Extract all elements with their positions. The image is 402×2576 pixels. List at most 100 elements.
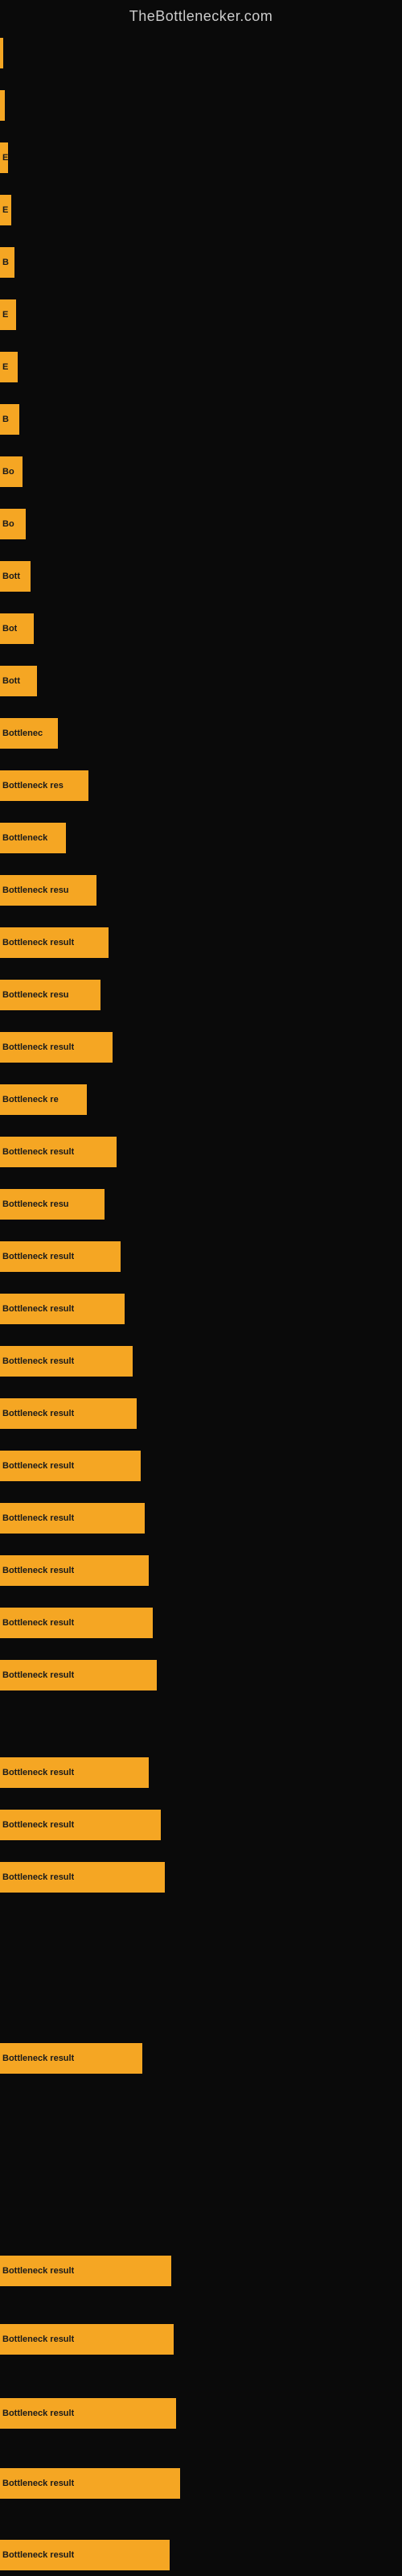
bar: Bottleneck result <box>0 1660 157 1690</box>
bar: E <box>0 352 18 382</box>
bar-label: Bottleneck <box>2 833 47 843</box>
bar-label: Bottleneck result <box>2 2550 74 2560</box>
bar-row: Bottleneck result <box>0 2463 402 2504</box>
bar-label: B <box>2 415 9 424</box>
bar-row: Bottleneck result <box>0 1236 402 1277</box>
bar-row: Bo <box>0 504 402 544</box>
bar-label: Bottleneck result <box>2 2054 74 2063</box>
bar: Bott <box>0 666 37 696</box>
bar: Bottlenec <box>0 718 58 749</box>
bar-row: Bottleneck result <box>0 1752 402 1793</box>
bar-row: Bottlenec <box>0 713 402 753</box>
bar-label: B <box>2 258 9 267</box>
bar: Bottleneck resu <box>0 875 96 906</box>
bar: Bottleneck re <box>0 1084 87 1115</box>
bar: Bottleneck resu <box>0 980 100 1010</box>
bar-label: Bottleneck result <box>2 1409 74 1418</box>
bar-label: Bottleneck result <box>2 2479 74 2488</box>
bar: Bottleneck resu <box>0 1189 105 1220</box>
bar: E <box>0 299 16 330</box>
bar-label: E <box>2 153 8 163</box>
bar-label: Bottleneck result <box>2 1147 74 1157</box>
bar: Bottleneck result <box>0 1810 161 1840</box>
bar: Bottleneck result <box>0 2468 180 2499</box>
bar: E <box>0 195 11 225</box>
bar-label: Bottleneck result <box>2 1820 74 1830</box>
bar-row: Bottleneck result <box>0 1027 402 1067</box>
page-title: TheBottlenecker.com <box>0 0 402 29</box>
bar-row: Bottleneck result <box>0 2535 402 2575</box>
bar-row: Bottleneck result <box>0 2319 402 2359</box>
bar-label: Bottleneck result <box>2 2266 74 2276</box>
bar-label: Bottleneck result <box>2 1872 74 1882</box>
bar-label: Bottleneck result <box>2 1356 74 1366</box>
bar-row: Bottleneck result <box>0 1550 402 1591</box>
bar: B <box>0 404 19 435</box>
bar-label: Bott <box>2 572 20 581</box>
bar-label: Bo <box>2 519 14 529</box>
bar-row: Bottleneck <box>0 818 402 858</box>
bar-label: Bott <box>2 676 20 686</box>
bar-row: Bo <box>0 452 402 492</box>
bar-row: E <box>0 295 402 335</box>
bar-label: E <box>2 362 8 372</box>
bar-label: Bottleneck result <box>2 2409 74 2418</box>
bar: Bottleneck result <box>0 1757 149 1788</box>
bar-row: Bottleneck result <box>0 1857 402 1897</box>
bar-row: Bott <box>0 661 402 701</box>
bar-row: B <box>0 399 402 440</box>
bar: Bo <box>0 509 26 539</box>
bar-row: Bottleneck resu <box>0 870 402 910</box>
bar-label: Bottleneck result <box>2 938 74 947</box>
bar: Bottleneck result <box>0 1608 153 1638</box>
bar-label: Bottleneck res <box>2 781 64 791</box>
bar: E <box>0 142 8 173</box>
bar: Bottleneck result <box>0 2398 176 2429</box>
bar-row: E <box>0 138 402 178</box>
bar: Bottleneck result <box>0 2540 170 2570</box>
bar-label: Bottleneck result <box>2 1566 74 1575</box>
bar: Bottleneck result <box>0 2256 171 2286</box>
bar-row: Bottleneck result <box>0 1446 402 1486</box>
bar-row: Bottleneck result <box>0 1393 402 1434</box>
bar-row: Bottleneck re <box>0 1080 402 1120</box>
bar-row: Bottleneck result <box>0 923 402 963</box>
bar-label: E <box>2 310 8 320</box>
bar-row: E <box>0 190 402 230</box>
bar-label: Bo <box>2 467 14 477</box>
bar-row: Bottleneck result <box>0 1132 402 1172</box>
bar: Bottleneck result <box>0 927 109 958</box>
bar-row: Bot <box>0 609 402 649</box>
bar-row <box>0 85 402 126</box>
bar-row: Bottleneck result <box>0 1341 402 1381</box>
bar: Bottleneck result <box>0 1032 113 1063</box>
bar: Bottleneck res <box>0 770 88 801</box>
bar: Bottleneck result <box>0 1503 145 1534</box>
bar-label: Bottleneck result <box>2 1618 74 1628</box>
bar: Bottleneck result <box>0 1555 149 1586</box>
bar-row: Bottleneck result <box>0 1603 402 1643</box>
bar-label: Bottleneck resu <box>2 990 69 1000</box>
bar: Bo <box>0 456 23 487</box>
bar: B <box>0 247 14 278</box>
bar-label: Bottleneck result <box>2 1670 74 1680</box>
bar <box>0 38 3 68</box>
bar: Bottleneck result <box>0 2043 142 2074</box>
bar-row: E <box>0 347 402 387</box>
bar: Bottleneck result <box>0 1398 137 1429</box>
bar-label: E <box>2 205 8 215</box>
bar-label: Bottleneck resu <box>2 1199 69 1209</box>
bar-row: B <box>0 242 402 283</box>
bar-row: Bottleneck result <box>0 2038 402 2079</box>
bar-label: Bot <box>2 624 17 634</box>
bar: Bott <box>0 561 31 592</box>
bar-row: Bottleneck result <box>0 2393 402 2434</box>
bar: Bottleneck result <box>0 1451 141 1481</box>
bar-row: Bottleneck resu <box>0 1184 402 1224</box>
bar-label: Bottleneck re <box>2 1095 59 1104</box>
bar: Bottleneck result <box>0 1137 117 1167</box>
bar-row: Bottleneck res <box>0 766 402 806</box>
bar-label: Bottleneck result <box>2 1042 74 1052</box>
bar-label: Bottleneck result <box>2 2334 74 2344</box>
bar: Bottleneck result <box>0 1241 121 1272</box>
